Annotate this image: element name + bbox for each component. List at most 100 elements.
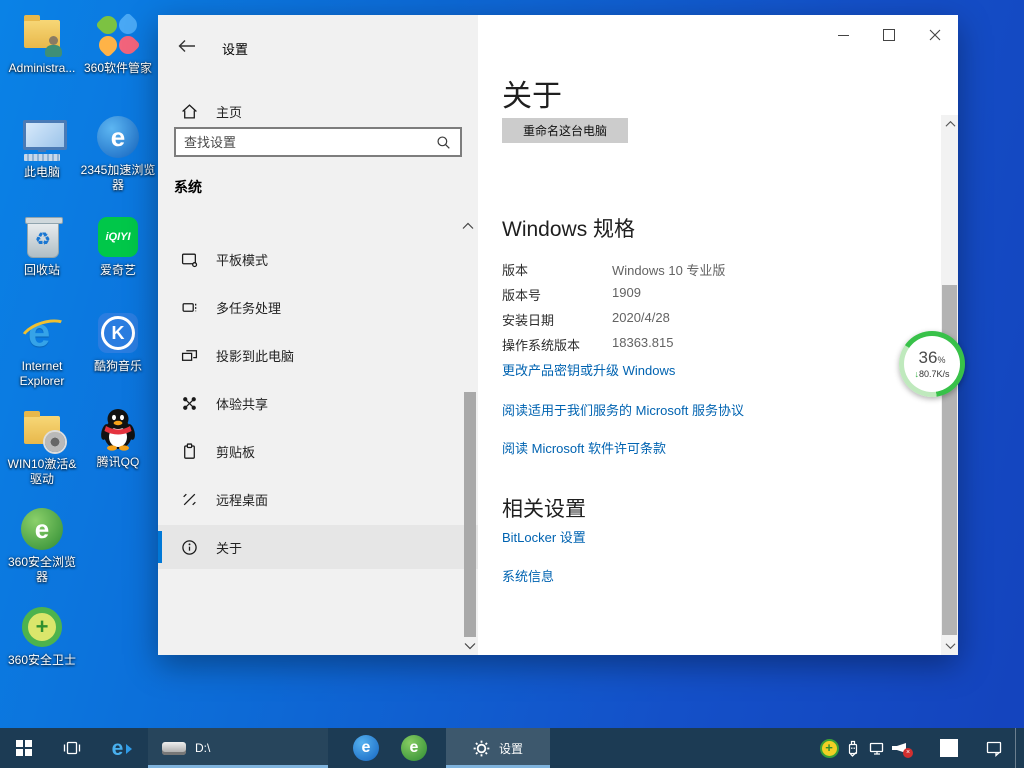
desktop-icon-label: WIN10激活&驱动 [2,457,82,487]
back-button[interactable] [170,33,204,59]
remote-desktop-icon [180,491,198,508]
multitasking-icon [180,299,198,316]
spec-value: 18363.815 [612,335,673,360]
system-tray: + × [817,728,1024,768]
license-terms-link[interactable]: 阅读 Microsoft 软件许可条款 [502,438,666,457]
kugou-music-icon: K [95,310,141,356]
change-product-key-link[interactable]: 更改产品密钥或升级 Windows [502,360,675,379]
ie-notify-arrow-icon [126,744,132,754]
desktop-icon-win10-activation[interactable]: WIN10激活&驱动 [2,408,82,487]
tray-network[interactable] [865,728,889,768]
plus-glyph: + [36,616,49,638]
desktop-icon-internet-explorer[interactable]: e Internet Explorer [2,310,82,389]
desktop: Administra... 360软件管家 此电脑 e 2345加速浏览器 ♻ … [0,0,1024,768]
desktop-icon-2345-browser[interactable]: e 2345加速浏览器 [78,114,158,193]
spec-value: 1909 [612,285,641,310]
speed-ball-face: 36% ↓80.7K/s [904,336,960,392]
360-speed-ball[interactable]: 36% ↓80.7K/s [899,331,965,397]
desktop-icon-360-software-manager[interactable]: 360软件管家 [78,12,158,76]
settings-search-box[interactable] [174,127,462,157]
taskbar-settings-button[interactable]: 设置 [446,728,550,768]
sidebar-scrollbar-thumb[interactable] [464,392,476,637]
task-view-icon [63,740,81,756]
desktop-icon-360-browser[interactable]: e 360安全浏览器 [2,506,82,585]
sidebar-item-label: 体验共享 [216,394,268,413]
minimize-button[interactable] [820,15,866,55]
close-icon [929,29,941,41]
back-arrow-icon [178,39,196,53]
tray-usb-device[interactable] [841,728,865,768]
sidebar-scroll-up-icon[interactable] [461,221,475,231]
sidebar-item-label: 关于 [216,538,242,557]
windows-logo-icon [16,740,32,756]
content-scroll-up-icon[interactable] [944,119,956,129]
page-title: 关于 [502,71,562,115]
system-info-link[interactable]: 系统信息 [502,566,554,585]
desktop-icon-kugou-music[interactable]: K 酷狗音乐 [78,310,158,374]
window-title: 设置 [222,39,248,58]
about-info-icon [180,539,198,556]
close-button[interactable] [912,15,958,55]
maximize-button[interactable] [866,15,912,55]
sidebar-section-system: 系统 [174,177,202,197]
tray-ime-pinyin-badge[interactable] [940,739,958,757]
desktop-icon-label: 爱奇艺 [78,263,158,278]
search-input[interactable] [176,135,436,150]
settings-button-label: 设置 [499,740,523,757]
desktop-icon-tencent-qq[interactable]: 腾讯QQ [78,406,158,470]
sidebar-item-label: 投影到此电脑 [216,346,294,365]
2345-browser-icon: e [95,114,141,160]
rename-pc-button[interactable]: 重命名这台电脑 [502,118,628,143]
spec-label: 操作系统版本 [502,335,612,360]
action-center-button[interactable] [979,728,1009,768]
360-browser-icon: e [401,735,427,761]
this-pc-icon [19,116,65,162]
explorer-window-label: D:\ [195,741,210,755]
sidebar-item-label: 多任务处理 [216,298,281,317]
sidebar-item-shared-experiences[interactable]: 体验共享 [158,381,478,425]
usb-icon [845,739,861,757]
action-center-icon [985,740,1003,757]
taskbar-2345-browser-button[interactable]: e [342,728,390,768]
desktop-icon-administrator[interactable]: Administra... [2,12,82,76]
sidebar-item-multitasking[interactable]: 多任务处理 [158,285,478,329]
services-agreement-link[interactable]: 阅读适用于我们服务的 Microsoft 服务协议 [502,400,744,419]
selected-accent-bar [158,531,162,563]
spec-label: 版本号 [502,285,612,310]
taskbar-ie-button[interactable]: e [96,728,148,768]
sidebar-item-about[interactable]: 关于 [158,525,478,569]
settings-sidebar: 设置 主页 系统 平板模式 [158,15,478,655]
spec-value: Windows 10 专业版 [612,260,725,285]
project-to-pc-icon [180,347,198,364]
taskbar-360-browser-button[interactable]: e [390,728,438,768]
desktop-icon-this-pc[interactable]: 此电脑 [2,116,82,180]
desktop-icon-iqiyi[interactable]: iQIYI 爱奇艺 [78,214,158,278]
360-tray-icon: + [820,739,839,758]
internet-explorer-icon: e [19,310,65,356]
tray-volume-muted[interactable]: × [889,728,913,768]
sidebar-item-tablet-mode[interactable]: 平板模式 [158,237,478,281]
360-browser-icon: e [19,506,65,552]
tray-360-safeguard[interactable]: + [817,728,841,768]
bitlocker-settings-link[interactable]: BitLocker 设置 [502,527,586,546]
desktop-icon-label: Administra... [2,61,82,76]
task-view-button[interactable] [48,728,96,768]
search-icon[interactable] [436,135,451,150]
start-button[interactable] [0,728,48,768]
content-scroll-down-icon[interactable] [944,641,956,651]
sidebar-item-clipboard[interactable]: 剪贴板 [158,429,478,473]
desktop-icon-recycle-bin[interactable]: ♻ 回收站 [2,214,82,278]
clipboard-icon [180,443,198,460]
360-safeguard-icon: + [19,604,65,650]
spec-value: 2020/4/28 [612,310,670,335]
sidebar-scroll-down-icon[interactable] [463,641,477,651]
desktop-icon-360-safeguard[interactable]: + 360安全卫士 [2,604,82,668]
taskbar-explorer-window-button[interactable]: D:\ [148,728,328,768]
spec-row: 版本 Windows 10 专业版 [502,260,922,285]
iqiyi-glyph: iQIYI [105,231,130,243]
sidebar-item-remote-desktop[interactable]: 远程桌面 [158,477,478,521]
sidebar-item-projecting[interactable]: 投影到此电脑 [158,333,478,377]
show-desktop-button[interactable] [1015,728,1024,768]
memory-percent: 36% [919,349,946,369]
2345-browser-icon: e [353,735,379,761]
